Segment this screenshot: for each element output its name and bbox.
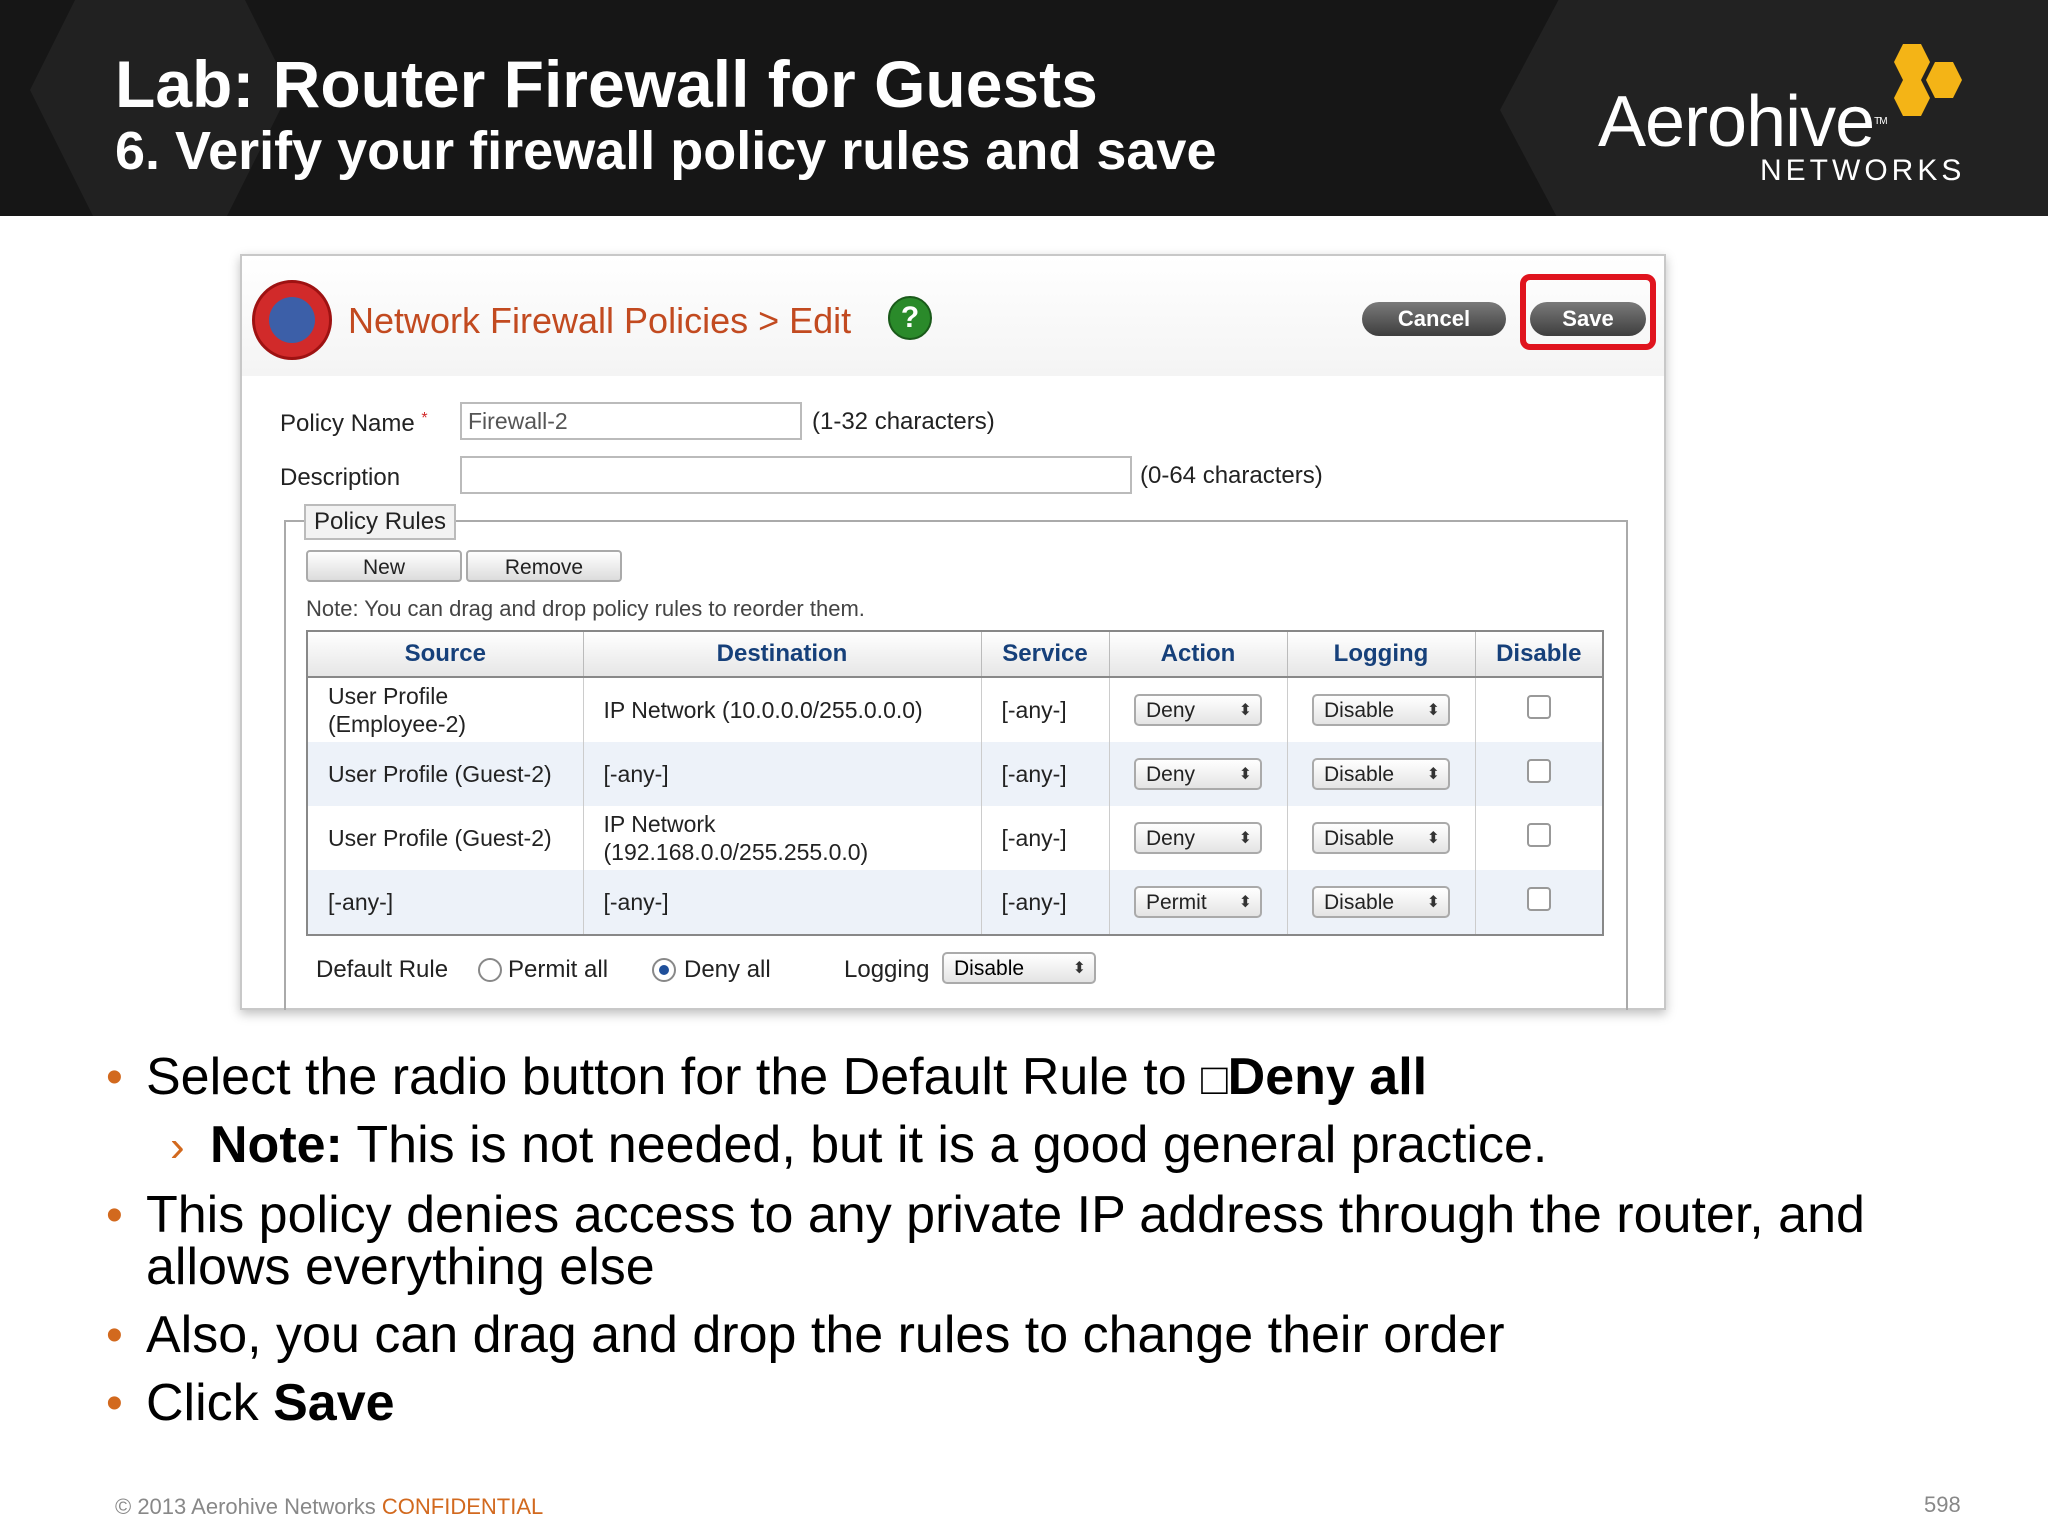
permit-all-radio[interactable] (478, 958, 502, 982)
disable-checkbox[interactable] (1526, 695, 1551, 719)
bullet-policy-description-line1: This policy denies access to any private… (146, 1186, 1865, 1244)
logo-subtitle: NETWORKS (1760, 154, 1966, 187)
save-highlight-box (1520, 274, 1656, 350)
firewall-app-icon (252, 280, 332, 360)
description-input[interactable] (460, 456, 1132, 494)
table-row[interactable]: [-any-] [-any-] [-any-] Permit ⬍ Disable ⬍ (307, 870, 1604, 935)
policy-name-input[interactable]: Firewall-2 (460, 402, 802, 440)
policy-name-label: Policy Name * (280, 410, 428, 437)
slide-subtitle: 6. Verify your firewall policy rules and… (115, 121, 1217, 181)
new-rule-button[interactable]: New (306, 550, 462, 582)
policy-name-hint: (1-32 characters) (812, 408, 995, 435)
description-label: Description (280, 464, 401, 491)
sub-bullet-note: Note: This is not needed, but it is a go… (210, 1116, 1548, 1174)
logging-select[interactable]: Disable ⬍ (1312, 822, 1450, 854)
logging-select[interactable]: Disable ⬍ (1312, 694, 1450, 726)
page-number: 598 (1924, 1492, 1961, 1517)
confidential-label: CONFIDENTIAL (381, 1494, 544, 1519)
logging-select[interactable]: Disable ⬍ (1312, 758, 1450, 790)
disable-checkbox[interactable] (1526, 823, 1551, 847)
cell-service: [-any-] (981, 677, 1110, 742)
footer-copyright: © 2013 Aerohive Networks CONFIDENTIAL (115, 1494, 544, 1519)
cell-source: User Profile (Guest-2) (307, 806, 584, 870)
action-select[interactable]: Deny ⬍ (1134, 758, 1262, 790)
permit-all-label[interactable]: Permit all (508, 956, 608, 984)
cell-destination: IP Network (10.0.0.0/255.0.0.0) (583, 677, 982, 742)
bullet-marker: • (106, 1309, 123, 1362)
slide-title: Lab: Router Firewall for Guests (115, 47, 1098, 121)
description-hint: (0-64 characters) (1140, 462, 1323, 489)
bullet-default-rule: Select the radio button for the Default … (146, 1048, 1428, 1106)
table-header-row: Source Destination Service Action Loggin… (307, 631, 1604, 678)
logo-name: AerohiveTM (1598, 82, 1888, 162)
bullet-marker: • (106, 1189, 123, 1242)
slide-header: Lab: Router Firewall for Guests 6. Verif… (0, 0, 2048, 216)
cell-service: [-any-] (981, 870, 1110, 935)
remove-rule-button[interactable]: Remove (466, 550, 622, 582)
help-icon[interactable]: ? (888, 296, 932, 340)
column-header-destination[interactable]: Destination (583, 631, 982, 678)
deny-all-radio[interactable] (652, 958, 676, 982)
logging-select[interactable]: Disable ⬍ (1312, 886, 1450, 918)
default-rule-label: Default Rule (316, 956, 449, 983)
bullet-drag-drop: Also, you can drag and drop the rules to… (146, 1306, 1505, 1364)
cell-source: User Profile (Guest-2) (307, 742, 584, 806)
cell-destination: IP Network (192.168.0.0/255.255.0.0) (583, 806, 982, 870)
column-header-disable[interactable]: Disable (1475, 631, 1604, 678)
table-row[interactable]: User Profile (Employee-2) IP Network (10… (307, 677, 1604, 742)
bullet-marker: • (106, 1377, 123, 1430)
cell-source: User Profile (Employee-2) (307, 677, 584, 742)
deny-all-label[interactable]: Deny all (684, 956, 771, 984)
column-header-source[interactable]: Source (307, 631, 584, 678)
column-header-action[interactable]: Action (1109, 631, 1288, 678)
bullet-marker: • (106, 1051, 123, 1104)
default-logging-select[interactable]: Disable ⬍ (942, 952, 1096, 984)
bullet-policy-description-line2: allows everything else (146, 1238, 655, 1296)
reorder-note: Note: You can drag and drop policy rules… (306, 596, 865, 621)
firewall-policy-screenshot: Network Firewall Policies > Edit ? Cance… (240, 254, 1666, 1010)
rules-table: Source Destination Service Action Loggin… (306, 630, 1604, 936)
table-row[interactable]: User Profile (Guest-2) IP Network (192.1… (307, 806, 1604, 870)
cell-service: [-any-] (981, 742, 1110, 806)
action-select[interactable]: Permit ⬍ (1134, 886, 1262, 918)
column-header-service[interactable]: Service (981, 631, 1110, 678)
default-logging-label: Logging (844, 956, 930, 983)
action-select[interactable]: Deny ⬍ (1134, 822, 1262, 854)
disable-checkbox[interactable] (1526, 887, 1551, 911)
cell-service: [-any-] (981, 806, 1110, 870)
action-select[interactable]: Deny ⬍ (1134, 694, 1262, 726)
bullet-click-save: Click Save (146, 1374, 395, 1432)
disable-checkbox[interactable] (1526, 759, 1551, 783)
sub-bullet-marker: › (170, 1122, 185, 1171)
column-header-logging[interactable]: Logging (1287, 631, 1476, 678)
cell-destination: [-any-] (583, 742, 982, 806)
cancel-button[interactable]: Cancel (1362, 302, 1506, 336)
table-row[interactable]: User Profile (Guest-2) [-any-] [-any-] D… (307, 742, 1604, 806)
cell-source: [-any-] (307, 870, 584, 935)
policy-rules-legend: Policy Rules (304, 504, 457, 540)
app-title: Network Firewall Policies > Edit (348, 300, 852, 341)
cell-destination: [-any-] (583, 870, 982, 935)
